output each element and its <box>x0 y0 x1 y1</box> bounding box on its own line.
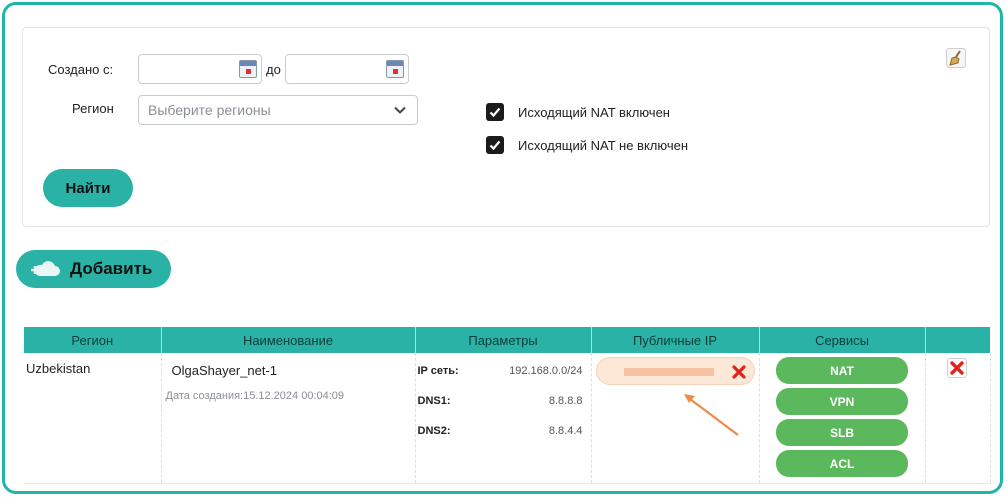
nat-enabled-label: Исходящий NAT включен <box>518 104 670 120</box>
cell-services: NAT VPN SLB ACL <box>759 353 926 484</box>
network-name[interactable]: OlgaShayer_net-1 <box>172 363 405 378</box>
broom-icon <box>949 50 961 66</box>
nat-disabled-label: Исходящий NAT не включен <box>518 137 689 153</box>
nat-disabled-checkbox[interactable] <box>486 136 504 154</box>
delete-icon <box>949 361 964 375</box>
service-slb-button[interactable]: SLB <box>776 419 908 446</box>
networks-table: Регион Наименование Параметры Публичные … <box>24 327 991 485</box>
cell-params: IP сеть: 192.168.0.0/24 DNS1: 8.8.8.8 DN… <box>415 353 592 484</box>
service-nat-button[interactable]: NAT <box>776 357 908 384</box>
remove-ip-icon[interactable] <box>731 364 747 380</box>
col-header-name[interactable]: Наименование <box>161 327 416 353</box>
find-button[interactable]: Найти <box>43 169 133 207</box>
region-label: Регион <box>72 101 114 116</box>
region-select[interactable]: Выберите регионы <box>138 95 418 125</box>
created-from-label: Создано с: <box>48 62 114 77</box>
col-header-public-ip[interactable]: Публичные IP <box>591 327 760 353</box>
created-from-input[interactable] <box>138 54 262 84</box>
created-date: Дата создания:15.12.2024 00:04:09 <box>165 390 345 402</box>
redacted-ip <box>623 368 714 376</box>
table-header-row: Регион Наименование Параметры Публичные … <box>24 327 991 353</box>
delete-network-button[interactable] <box>946 358 967 378</box>
cloud-add-icon <box>31 261 60 276</box>
region-value: Uzbekistan <box>26 361 91 376</box>
cell-name: OlgaShayer_net-1 Дата создания:15.12.202… <box>161 353 416 484</box>
col-header-services[interactable]: Сервисы <box>759 327 926 353</box>
annotation-arrow-icon <box>683 394 739 436</box>
col-header-region[interactable]: Регион <box>24 327 162 353</box>
to-label: до <box>266 62 281 77</box>
check-icon <box>489 140 501 151</box>
cell-actions <box>925 353 991 484</box>
param-dns1: DNS1: 8.8.8.8 <box>417 395 583 407</box>
clear-filters-button[interactable] <box>946 48 966 68</box>
col-header-params[interactable]: Параметры <box>415 327 592 353</box>
region-placeholder: Выберите регионы <box>148 102 271 118</box>
col-header-actions <box>925 327 991 353</box>
calendar-icon[interactable] <box>386 60 404 78</box>
param-ip-network: IP сеть: 192.168.0.0/24 <box>417 365 583 377</box>
add-button[interactable]: Добавить <box>16 250 171 288</box>
nat-disabled-filter[interactable]: Исходящий NAT не включен <box>486 136 688 154</box>
nat-enabled-checkbox[interactable] <box>486 103 504 121</box>
param-dns2: DNS2: 8.8.4.4 <box>417 425 583 437</box>
check-icon <box>489 107 501 118</box>
cell-public-ip <box>591 353 760 484</box>
nat-enabled-filter[interactable]: Исходящий NAT включен <box>486 103 670 121</box>
public-ip-field[interactable] <box>595 357 755 385</box>
calendar-icon[interactable] <box>239 60 257 78</box>
service-acl-button[interactable]: ACL <box>776 450 908 477</box>
created-to-input[interactable] <box>285 54 409 84</box>
cell-region: Uzbekistan <box>24 353 162 484</box>
table-row: Uzbekistan OlgaShayer_net-1 Дата создани… <box>24 353 991 484</box>
chevron-down-icon <box>394 106 406 114</box>
service-vpn-button[interactable]: VPN <box>776 388 908 415</box>
